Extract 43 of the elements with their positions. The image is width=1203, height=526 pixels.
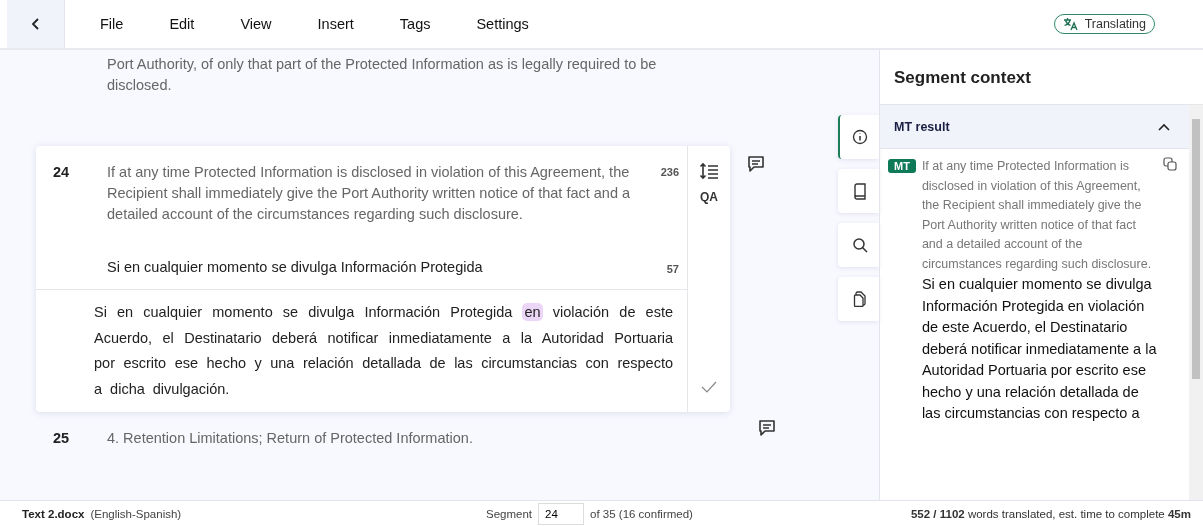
chevron-up-icon: [1157, 121, 1171, 132]
character-count: 57: [666, 262, 679, 275]
menu-item[interactable]: Settings: [453, 0, 552, 48]
language-pair: (English-Spanish): [90, 507, 182, 520]
book-icon: [852, 182, 867, 200]
chevron-left-icon: [29, 17, 42, 31]
comment-icon[interactable]: [746, 154, 766, 174]
checkmark-icon[interactable]: [700, 380, 718, 394]
mt-result-section-header[interactable]: MT result: [880, 105, 1189, 149]
segment-source-text: 4. Retention Limitations; Return of Protected Information.: [107, 429, 474, 446]
mt-source-text: If at any time Protected Information is disclosed in violation of this Agreement, the Recipient shall immediately give the Port Authority written notice of that fact and a detailed account of the circumstances regarding such disclosure.: [921, 158, 1153, 273]
menu-item[interactable]: Insert: [294, 0, 377, 48]
menu-item[interactable]: Tags: [376, 0, 454, 48]
copy-icon[interactable]: [1163, 157, 1177, 171]
segment-input-field[interactable]: 24: [538, 502, 585, 525]
progress-summary: 552 / 1102 words translated, est. time to complete 45m: [910, 507, 1191, 520]
copy-icon: [852, 291, 867, 307]
translate-icon: [1062, 17, 1079, 31]
mt-translation-text: Si en cualquier momento se divulga Información Protegida en violación de este Acuerdo, el Destinatario deberá notificar inmediatamente a la Autoridad Portuaria por escrito ese hecho y una relación detallada de las circumstancias con respecto a: [921, 275, 1157, 423]
character-count: 236: [660, 165, 679, 178]
qa-button[interactable]: QA: [700, 190, 718, 204]
segment-source-text: If at any time Protected Information is disclosed in violation of this Agreement, the Recipient shall immediately give the Port Authority written notice of that fact and a detailed account of the circumstances regarding such disclosure.: [107, 163, 632, 224]
menu-item[interactable]: Edit: [146, 0, 218, 48]
menu-item[interactable]: File: [77, 0, 147, 48]
search-icon: [851, 237, 868, 253]
translation-suggestion: Si en cualquier momento se divulga Información Protegida: [107, 259, 484, 275]
segment-number: 24: [53, 163, 71, 180]
file-name: Text 2.docx: [22, 507, 85, 520]
book-tab[interactable]: [838, 169, 879, 213]
info-icon: [851, 129, 868, 145]
search-tab[interactable]: [838, 223, 879, 267]
comment-icon[interactable]: [757, 418, 777, 438]
mt-badge: MT: [888, 159, 916, 173]
line-spacing-icon[interactable]: [699, 162, 719, 180]
menu-item[interactable]: View: [217, 0, 295, 48]
copy-tab[interactable]: [838, 277, 879, 321]
segment-total: of 35 (16 confirmed): [590, 507, 693, 520]
translation-input[interactable]: Si en cualquier momento se divulga Información Protegida en violación de este Acuerdo, el Destinatario deberá notificar inmediatamente a la Autoridad Portuaria por escrito ese hecho y una relación detallada de las circumstancias con respecto a dicha divulgación.: [94, 300, 673, 402]
info-tab[interactable]: [838, 115, 879, 159]
segment-source-text: Port Authority, of only that part of the Protected Information as is legally required to be disclosed.: [107, 55, 658, 95]
segment-label: Segment: [486, 507, 533, 520]
segment-number: 25: [53, 429, 71, 446]
scrollbar[interactable]: [1189, 105, 1203, 500]
